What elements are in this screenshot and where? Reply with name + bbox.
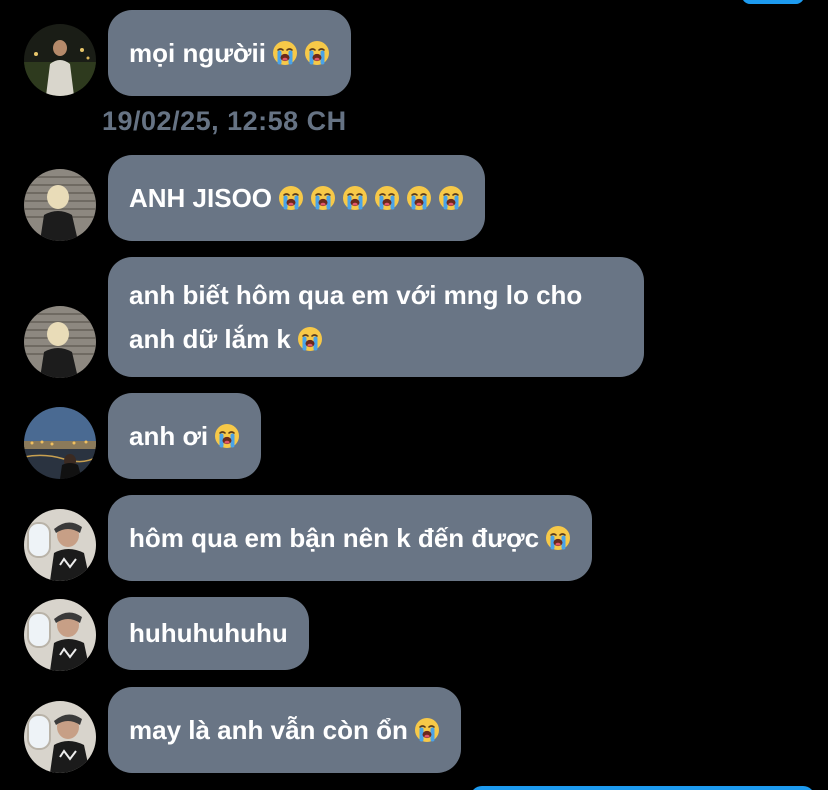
loudly-crying-face-icon — [272, 40, 298, 66]
loudly-crying-face-icon — [278, 185, 304, 211]
message-bubble[interactable]: may là anh vẫn còn ổn — [108, 687, 461, 773]
loudly-crying-face-icon — [438, 185, 464, 211]
message-timestamp: 19/02/25, 12:58 CH — [102, 106, 347, 136]
message-text: huhuhuhuhu — [129, 618, 288, 648]
avatar-airplane-window[interactable] — [24, 599, 96, 671]
message-text: may là anh vẫn còn ổn — [129, 715, 408, 745]
loudly-crying-face-icon — [406, 185, 432, 211]
chat-thread[interactable]: mọi ngườii 19/02/25, 12:58 CH ANH JISOO — [0, 0, 828, 790]
loudly-crying-face-icon — [342, 185, 368, 211]
message-bubble[interactable]: mọi ngườii — [108, 10, 351, 96]
message-text-line: anh dữ lắm k — [129, 317, 623, 361]
avatar-airplane-window[interactable] — [24, 509, 96, 581]
message-bubble[interactable]: huhuhuhuhu — [108, 597, 309, 670]
loudly-crying-face-icon — [545, 525, 571, 551]
avatar-blonde-blinds[interactable] — [24, 306, 96, 378]
message-text: hôm qua em bận nên k đến được — [129, 523, 540, 553]
message-text: ANH JISOO — [129, 183, 273, 213]
avatar-river-bridge[interactable] — [24, 407, 96, 479]
loudly-crying-face-icon — [414, 717, 440, 743]
loudly-crying-face-icon — [214, 423, 240, 449]
loudly-crying-face-icon — [374, 185, 400, 211]
outgoing-bubble-top-peek[interactable] — [742, 0, 804, 4]
outgoing-bubble-bottom-peek[interactable] — [470, 786, 815, 790]
avatar-airplane-window[interactable] — [24, 701, 96, 773]
loudly-crying-face-icon — [297, 326, 323, 352]
loudly-crying-face-icon — [310, 185, 336, 211]
avatar-blonde-blinds[interactable] — [24, 169, 96, 241]
avatar-night-city[interactable] — [24, 24, 96, 96]
message-text: anh ơi — [129, 421, 209, 451]
message-bubble[interactable]: anh ơi — [108, 393, 262, 479]
message-text: mọi ngườii — [129, 38, 266, 68]
message-bubble[interactable]: ANH JISOO — [108, 155, 486, 241]
message-text: anh dữ lắm k — [129, 324, 291, 354]
message-text-line: anh biết hôm qua em với mng lo cho — [129, 280, 583, 310]
loudly-crying-face-icon — [304, 40, 330, 66]
message-bubble[interactable]: anh biết hôm qua em với mng lo cho anh d… — [108, 257, 644, 377]
message-bubble[interactable]: hôm qua em bận nên k đến được — [108, 495, 593, 581]
